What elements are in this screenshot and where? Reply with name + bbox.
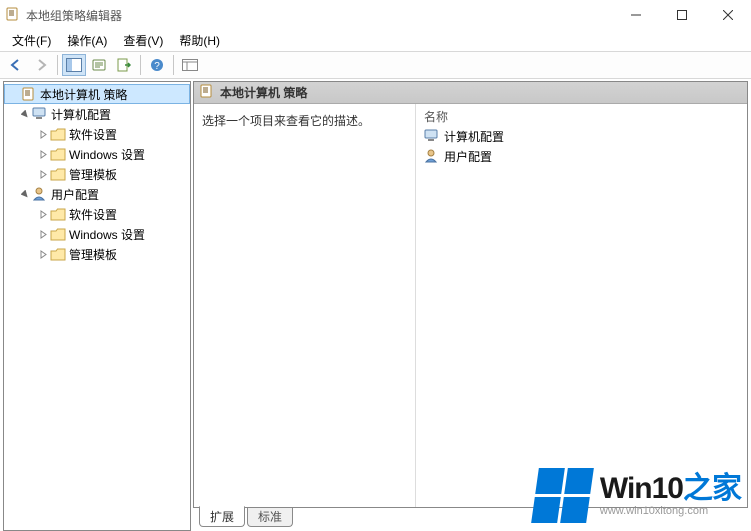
tree-computer-config[interactable]: 计算机配置 xyxy=(4,104,190,124)
expand-icon[interactable] xyxy=(36,147,50,161)
menu-file[interactable]: 文件(F) xyxy=(4,30,59,51)
expand-icon[interactable] xyxy=(18,107,32,121)
tree-label: 计算机配置 xyxy=(51,106,111,123)
expand-icon[interactable] xyxy=(36,207,50,221)
folder-icon xyxy=(50,226,66,242)
tree-label: 管理模板 xyxy=(69,246,117,263)
tree-item[interactable]: 软件设置 xyxy=(4,204,190,224)
properties-button[interactable] xyxy=(87,54,111,76)
menu-action[interactable]: 操作(A) xyxy=(59,30,115,51)
user-icon xyxy=(32,186,48,202)
show-hide-tree-button[interactable] xyxy=(62,54,86,76)
document-icon xyxy=(200,84,214,101)
tree-user-config[interactable]: 用户配置 xyxy=(4,184,190,204)
window-title: 本地组策略编辑器 xyxy=(26,7,122,24)
expand-icon[interactable] xyxy=(36,247,50,261)
expand-icon[interactable] xyxy=(18,187,32,201)
tree-item[interactable]: 管理模板 xyxy=(4,244,190,264)
toolbar-separator xyxy=(173,55,174,75)
content-header: 本地计算机 策略 xyxy=(194,82,747,104)
title-bar: 本地组策略编辑器 xyxy=(0,0,751,30)
toolbar-separator xyxy=(57,55,58,75)
folder-icon xyxy=(50,126,66,142)
description-column: 选择一个项目来查看它的描述。 xyxy=(194,104,416,507)
user-icon xyxy=(424,148,440,164)
back-button[interactable] xyxy=(4,54,28,76)
window-controls xyxy=(613,0,751,30)
help-button[interactable]: ? xyxy=(145,54,169,76)
tree-item[interactable]: 管理模板 xyxy=(4,164,190,184)
tree-item[interactable]: Windows 设置 xyxy=(4,224,190,244)
list-item[interactable]: 计算机配置 xyxy=(416,126,747,146)
tree-item[interactable]: 软件设置 xyxy=(4,124,190,144)
workspace: 本地计算机 策略 计算机配置 软件设置 Windows 设置 xyxy=(0,79,751,529)
expand-icon[interactable] xyxy=(36,167,50,181)
folder-icon xyxy=(50,206,66,222)
tree-label: 软件设置 xyxy=(69,126,117,143)
tree-item[interactable]: Windows 设置 xyxy=(4,144,190,164)
tree-label: 软件设置 xyxy=(69,206,117,223)
tree-label: Windows 设置 xyxy=(69,146,145,163)
list-item[interactable]: 用户配置 xyxy=(416,146,747,166)
tree-label: 本地计算机 策略 xyxy=(40,86,127,103)
list-item-label: 用户配置 xyxy=(444,148,492,165)
navigation-pane[interactable]: 本地计算机 策略 计算机配置 软件设置 Windows 设置 xyxy=(3,81,191,531)
list-column: 名称 计算机配置 用户配置 xyxy=(416,104,747,507)
description-text: 选择一个项目来查看它的描述。 xyxy=(202,114,370,128)
view-mode-button[interactable] xyxy=(178,54,202,76)
content-body: 本地计算机 策略 选择一个项目来查看它的描述。 名称 计算机配置 xyxy=(193,81,748,508)
tab-standard[interactable]: 标准 xyxy=(247,507,293,527)
tree-label: 用户配置 xyxy=(51,186,99,203)
computer-icon xyxy=(32,106,48,122)
document-icon xyxy=(21,86,37,102)
tree-label: 管理模板 xyxy=(69,166,117,183)
toolbar-separator xyxy=(140,55,141,75)
minimize-button[interactable] xyxy=(613,0,659,30)
tree-root[interactable]: 本地计算机 策略 xyxy=(4,84,190,104)
app-icon xyxy=(6,7,20,24)
column-header-name[interactable]: 名称 xyxy=(416,108,747,126)
export-list-button[interactable] xyxy=(112,54,136,76)
tree-label: Windows 设置 xyxy=(69,226,145,243)
content-pane: 本地计算机 策略 选择一个项目来查看它的描述。 名称 计算机配置 xyxy=(193,81,748,527)
menu-bar: 文件(F) 操作(A) 查看(V) 帮助(H) xyxy=(0,30,751,51)
expand-icon[interactable] xyxy=(36,227,50,241)
policy-tree: 本地计算机 策略 计算机配置 软件设置 Windows 设置 xyxy=(4,82,190,266)
toolbar: ? xyxy=(0,51,751,79)
menu-view[interactable]: 查看(V) xyxy=(115,30,171,51)
computer-icon xyxy=(424,128,440,144)
content-title: 本地计算机 策略 xyxy=(220,84,307,101)
folder-icon xyxy=(50,146,66,162)
maximize-button[interactable] xyxy=(659,0,705,30)
folder-icon xyxy=(50,246,66,262)
tab-extended[interactable]: 扩展 xyxy=(199,506,245,527)
tab-strip: 扩展 标准 xyxy=(193,507,748,527)
collapse-icon[interactable] xyxy=(7,87,21,101)
menu-help[interactable]: 帮助(H) xyxy=(171,30,228,51)
expand-icon[interactable] xyxy=(36,127,50,141)
forward-button[interactable] xyxy=(29,54,53,76)
list-item-label: 计算机配置 xyxy=(444,128,504,145)
svg-text:?: ? xyxy=(154,61,160,72)
close-button[interactable] xyxy=(705,0,751,30)
folder-icon xyxy=(50,166,66,182)
